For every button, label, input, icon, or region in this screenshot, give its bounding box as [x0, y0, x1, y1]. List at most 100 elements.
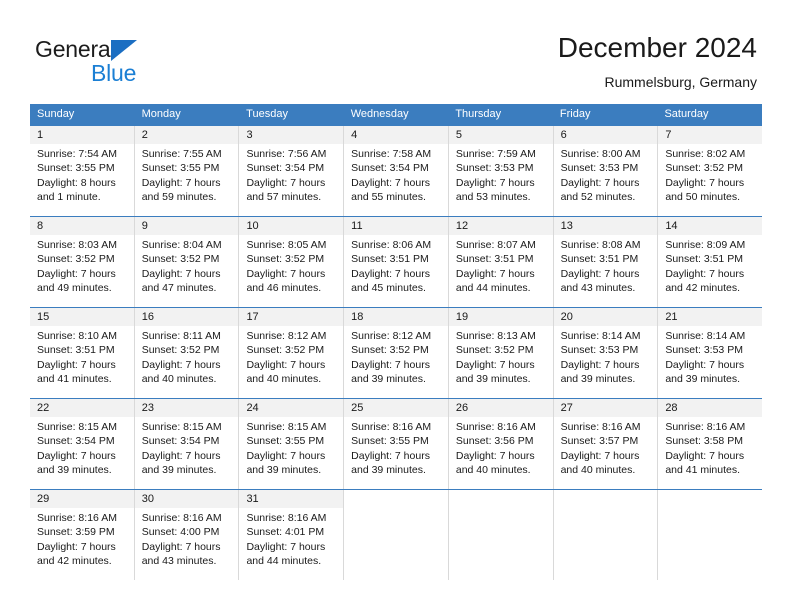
day-cell[interactable]: 26 Sunrise: 8:16 AM Sunset: 3:56 PM Dayl…	[448, 399, 554, 489]
daylight-line-1: Daylight: 7 hours	[37, 358, 116, 371]
day-number-bar	[449, 490, 553, 508]
day-cell[interactable]: 3 Sunrise: 7:56 AM Sunset: 3:54 PM Dayli…	[239, 126, 345, 216]
day-cell[interactable]: 15 Sunrise: 8:10 AM Sunset: 3:51 PM Dayl…	[30, 308, 135, 398]
sunset-line: Sunset: 3:51 PM	[351, 253, 429, 266]
day-cell[interactable]: 8 Sunrise: 8:03 AM Sunset: 3:52 PM Dayli…	[30, 217, 135, 307]
day-cell[interactable]: 2 Sunrise: 7:55 AM Sunset: 3:55 PM Dayli…	[134, 126, 240, 216]
daylight-line-2: and 42 minutes.	[665, 282, 741, 295]
day-cell[interactable]: 13 Sunrise: 8:08 AM Sunset: 3:51 PM Dayl…	[553, 217, 659, 307]
daylight-line-1: Daylight: 8 hours	[37, 176, 116, 189]
day-number: 30	[141, 493, 154, 505]
sunset-line: Sunset: 3:54 PM	[37, 435, 115, 448]
sunrise-line: Sunrise: 8:05 AM	[246, 239, 327, 251]
sunrise-line: Sunrise: 8:14 AM	[560, 330, 641, 342]
day-cell[interactable]: 6 Sunrise: 8:00 AM Sunset: 3:53 PM Dayli…	[553, 126, 659, 216]
daylight-line-2: and 41 minutes.	[37, 373, 112, 386]
daylight-line-2: and 49 minutes.	[37, 282, 112, 295]
day-number-bar: 31	[239, 490, 344, 508]
day-cell[interactable]: 22 Sunrise: 8:15 AM Sunset: 3:54 PM Dayl…	[30, 399, 135, 489]
day-cell[interactable]: 18 Sunrise: 8:12 AM Sunset: 3:52 PM Dayl…	[344, 308, 449, 398]
day-number: 25	[351, 402, 364, 414]
day-info: Sunrise: 8:03 AM Sunset: 3:52 PM Dayligh…	[30, 235, 134, 296]
day-cell[interactable]: 16 Sunrise: 8:11 AM Sunset: 3:52 PM Dayl…	[134, 308, 240, 398]
day-cell[interactable]: 4 Sunrise: 7:58 AM Sunset: 3:54 PM Dayli…	[344, 126, 449, 216]
sunrise-line: Sunrise: 8:11 AM	[141, 330, 221, 342]
day-cell[interactable]: 1 Sunrise: 7:54 AM Sunset: 3:55 PM Dayli…	[30, 126, 135, 216]
day-number-bar: 19	[448, 308, 553, 326]
daylight-line-2: and 55 minutes.	[351, 191, 426, 204]
day-cell[interactable]: 23 Sunrise: 8:15 AM Sunset: 3:54 PM Dayl…	[134, 399, 240, 489]
daylight-line-2: and 39 minutes.	[665, 373, 741, 386]
day-number: 4	[351, 129, 358, 141]
day-number-bar	[344, 490, 448, 508]
day-cell[interactable]: 31 Sunrise: 8:16 AM Sunset: 4:01 PM Dayl…	[239, 490, 345, 580]
day-cell-empty	[658, 490, 762, 580]
day-number: 8	[37, 220, 44, 232]
day-info: Sunrise: 8:16 AM Sunset: 4:00 PM Dayligh…	[135, 508, 239, 569]
day-info: Sunrise: 8:14 AM Sunset: 3:53 PM Dayligh…	[658, 326, 762, 387]
sunrise-line: Sunrise: 8:12 AM	[246, 330, 327, 342]
day-cell[interactable]: 20 Sunrise: 8:14 AM Sunset: 3:53 PM Dayl…	[553, 308, 659, 398]
day-cell[interactable]: 10 Sunrise: 8:05 AM Sunset: 3:52 PM Dayl…	[239, 217, 345, 307]
generalblue-logo: General Blue	[35, 36, 215, 86]
daylight-line-1: Daylight: 7 hours	[455, 358, 535, 371]
weekday-sunday: Sunday	[37, 108, 75, 120]
day-cell[interactable]: 17 Sunrise: 8:12 AM Sunset: 3:52 PM Dayl…	[239, 308, 345, 398]
day-cell[interactable]: 12 Sunrise: 8:07 AM Sunset: 3:51 PM Dayl…	[448, 217, 554, 307]
sunrise-line: Sunrise: 8:06 AM	[351, 239, 432, 251]
daylight-line-2: and 52 minutes.	[560, 191, 636, 204]
day-info: Sunrise: 8:12 AM Sunset: 3:52 PM Dayligh…	[344, 326, 448, 387]
day-cell[interactable]: 5 Sunrise: 7:59 AM Sunset: 3:53 PM Dayli…	[448, 126, 554, 216]
daylight-line-2: and 42 minutes.	[37, 555, 112, 568]
day-number: 28	[665, 402, 678, 414]
day-cell[interactable]: 29 Sunrise: 8:16 AM Sunset: 3:59 PM Dayl…	[30, 490, 135, 580]
day-number: 17	[246, 311, 259, 323]
day-cell[interactable]: 11 Sunrise: 8:06 AM Sunset: 3:51 PM Dayl…	[344, 217, 449, 307]
daylight-line-1: Daylight: 7 hours	[351, 267, 430, 280]
day-number-bar: 8	[30, 217, 134, 235]
logo-triangle-icon	[111, 40, 137, 61]
sunrise-line: Sunrise: 8:10 AM	[37, 330, 117, 342]
daylight-line-2: and 53 minutes.	[455, 191, 531, 204]
day-number: 26	[455, 402, 469, 414]
day-cell[interactable]: 27 Sunrise: 8:16 AM Sunset: 3:57 PM Dayl…	[553, 399, 659, 489]
daylight-line-2: and 40 minutes.	[141, 373, 217, 386]
day-number: 7	[665, 129, 672, 141]
day-cell[interactable]: 28 Sunrise: 8:16 AM Sunset: 3:58 PM Dayl…	[658, 399, 763, 489]
sunset-line: Sunset: 3:51 PM	[560, 253, 639, 266]
sunset-line: Sunset: 3:57 PM	[560, 435, 639, 448]
day-cell[interactable]: 30 Sunrise: 8:16 AM Sunset: 4:00 PM Dayl…	[134, 490, 240, 580]
sunrise-line: Sunrise: 8:03 AM	[37, 239, 117, 251]
sunrise-line: Sunrise: 8:14 AM	[665, 330, 746, 342]
daylight-line-2: and 39 minutes.	[246, 464, 322, 477]
day-cell[interactable]: 14 Sunrise: 8:09 AM Sunset: 3:51 PM Dayl…	[658, 217, 763, 307]
day-cell[interactable]: 21 Sunrise: 8:14 AM Sunset: 3:53 PM Dayl…	[658, 308, 763, 398]
day-cell[interactable]: 24 Sunrise: 8:15 AM Sunset: 3:55 PM Dayl…	[239, 399, 345, 489]
weekday-tuesday: Tuesday	[246, 108, 288, 120]
daylight-line-2: and 39 minutes.	[351, 464, 426, 477]
day-cell[interactable]: 9 Sunrise: 8:04 AM Sunset: 3:52 PM Dayli…	[134, 217, 240, 307]
day-number: 23	[141, 402, 154, 414]
day-number-bar: 27	[553, 399, 658, 417]
day-number-bar: 21	[658, 308, 763, 326]
daylight-line-2: and 44 minutes.	[455, 282, 531, 295]
daylight-line-1: Daylight: 7 hours	[351, 358, 430, 371]
sunset-line: Sunset: 3:53 PM	[455, 162, 534, 175]
day-number: 15	[37, 311, 50, 323]
sunset-line: Sunset: 3:52 PM	[351, 344, 429, 357]
sunset-line: Sunset: 3:51 PM	[665, 253, 743, 266]
calendar-page: General Blue December 2024 Rummelsburg, …	[0, 0, 792, 612]
sunset-line: Sunset: 3:52 PM	[455, 344, 534, 357]
day-info: Sunrise: 8:16 AM Sunset: 3:59 PM Dayligh…	[30, 508, 134, 569]
sunset-line: Sunset: 3:51 PM	[37, 344, 115, 357]
day-info: Sunrise: 8:15 AM Sunset: 3:55 PM Dayligh…	[239, 417, 343, 478]
sunset-line: Sunset: 3:52 PM	[665, 162, 743, 175]
day-cell[interactable]: 7 Sunrise: 8:02 AM Sunset: 3:52 PM Dayli…	[658, 126, 763, 216]
sunset-line: Sunset: 3:53 PM	[560, 344, 639, 357]
day-cell[interactable]: 19 Sunrise: 8:13 AM Sunset: 3:52 PM Dayl…	[448, 308, 554, 398]
week-row: 15 Sunrise: 8:10 AM Sunset: 3:51 PM Dayl…	[30, 307, 763, 398]
day-info: Sunrise: 8:11 AM Sunset: 3:52 PM Dayligh…	[135, 326, 239, 387]
day-info: Sunrise: 7:55 AM Sunset: 3:55 PM Dayligh…	[135, 144, 239, 205]
sunrise-line: Sunrise: 8:16 AM	[455, 421, 536, 433]
day-cell[interactable]: 25 Sunrise: 8:16 AM Sunset: 3:55 PM Dayl…	[344, 399, 449, 489]
